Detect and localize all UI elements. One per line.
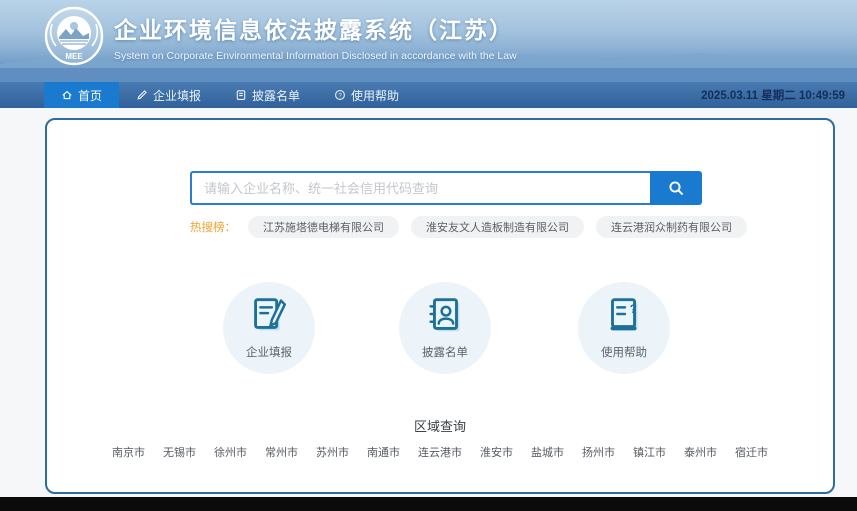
shortcut-help[interactable]: ? 使用帮助: [578, 282, 670, 374]
city-link[interactable]: 连云港市: [418, 444, 462, 460]
city-link[interactable]: 无锡市: [163, 444, 196, 460]
hot-search-row: 热搜榜： 江苏施塔德电梯有限公司 淮安友文人造板制造有限公司 连云港润众制药有限…: [190, 216, 747, 238]
city-link[interactable]: 扬州市: [582, 444, 615, 460]
svg-text:?: ?: [338, 92, 342, 99]
city-list: 南京市 无锡市 徐州市 常州市 苏州市 南通市 连云港市 淮安市 盐城市 扬州市…: [47, 444, 833, 460]
city-link[interactable]: 盐城市: [531, 444, 564, 460]
main-content: 热搜榜： 江苏施塔德电梯有限公司 淮安友文人造板制造有限公司 连云港润众制药有限…: [0, 108, 857, 497]
search-button[interactable]: [650, 171, 702, 205]
hot-search-tag[interactable]: 连云港润众制药有限公司: [596, 216, 747, 238]
shortcut-disclosure-list[interactable]: 披露名单: [399, 282, 491, 374]
site-subtitle: System on Corporate Environmental Inform…: [114, 50, 517, 62]
pencil-icon: [136, 89, 148, 101]
city-link[interactable]: 南京市: [112, 444, 145, 460]
shortcut-label: 企业填报: [223, 344, 315, 360]
shortcut-label: 披露名单: [399, 344, 491, 360]
document-icon: [235, 89, 247, 101]
nav-item-help[interactable]: ? 使用帮助: [317, 82, 416, 108]
city-link[interactable]: 淮安市: [480, 444, 513, 460]
nav-label: 使用帮助: [351, 87, 399, 104]
form-pencil-icon: [246, 292, 292, 338]
shortcut-label: 使用帮助: [578, 344, 670, 360]
help-circle-icon: ?: [334, 89, 346, 101]
svg-text:MEE: MEE: [65, 52, 83, 61]
hot-search-tag[interactable]: 淮安友文人造板制造有限公司: [411, 216, 584, 238]
nav-item-home[interactable]: 首页: [44, 82, 119, 108]
nav-label: 披露名单: [252, 87, 300, 104]
nav-label: 首页: [78, 87, 102, 104]
search-icon: [668, 180, 685, 197]
contact-book-icon: [422, 292, 468, 338]
city-link[interactable]: 苏州市: [316, 444, 349, 460]
nav-item-disclosure-list[interactable]: 披露名单: [218, 82, 317, 108]
page-header: MEE 企业环境信息依法披露系统（江苏） System on Corporate…: [0, 0, 857, 82]
mee-logo-icon: MEE: [44, 6, 104, 66]
svg-text:?: ?: [630, 304, 637, 316]
city-link[interactable]: 徐州市: [214, 444, 247, 460]
main-nav: 首页 企业填报 披露名单 ? 使用帮助 2025.03.11 星期二 10:49…: [0, 82, 857, 108]
city-link[interactable]: 常州市: [265, 444, 298, 460]
city-link[interactable]: 镇江市: [633, 444, 666, 460]
nav-label: 企业填报: [153, 87, 201, 104]
hot-search-tag[interactable]: 江苏施塔德电梯有限公司: [248, 216, 399, 238]
site-title: 企业环境信息依法披露系统（江苏）: [114, 11, 517, 45]
shortcut-enterprise-report[interactable]: 企业填报: [223, 282, 315, 374]
hot-search-label: 热搜榜：: [190, 219, 236, 235]
brand: MEE 企业环境信息依法披露系统（江苏） System on Corporate…: [44, 6, 517, 66]
city-link[interactable]: 泰州市: [684, 444, 717, 460]
city-link[interactable]: 宿迁市: [735, 444, 768, 460]
help-book-icon: ?: [601, 292, 647, 338]
bottom-bar: [0, 497, 857, 511]
home-icon: [61, 89, 73, 101]
search-bar: [190, 171, 702, 205]
city-link[interactable]: 南通市: [367, 444, 400, 460]
nav-item-enterprise-report[interactable]: 企业填报: [119, 82, 218, 108]
search-input[interactable]: [190, 171, 650, 205]
datetime-display: 2025.03.11 星期二 10:49:59: [701, 82, 845, 108]
region-search-title: 区域查询: [47, 416, 833, 435]
content-card: 热搜榜： 江苏施塔德电梯有限公司 淮安友文人造板制造有限公司 连云港润众制药有限…: [45, 118, 835, 494]
